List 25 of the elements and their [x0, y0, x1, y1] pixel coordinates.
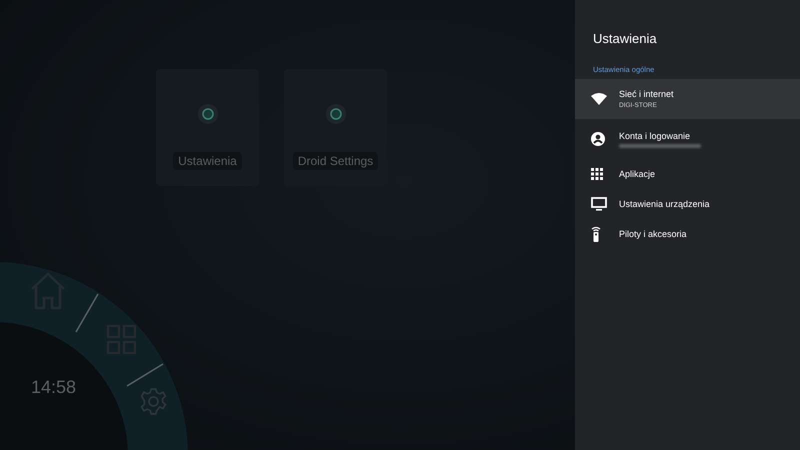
tv-icon [591, 197, 607, 211]
grid-icon [591, 168, 603, 180]
gear-icon [196, 102, 220, 126]
app-label: Ustawienia [173, 152, 242, 170]
item-label: Ustawienia urządzenia [619, 199, 710, 209]
home-icon[interactable] [30, 272, 66, 310]
clock: 14:58 [31, 377, 76, 398]
settings-item[interactable]: Piloty i akcesoria [575, 219, 800, 249]
settings-item[interactable]: Konta i logowanie [575, 119, 800, 159]
settings-icon[interactable] [140, 388, 167, 415]
item-label: Piloty i akcesoria [619, 229, 687, 239]
separator-line [74, 292, 100, 334]
item-label: Aplikacje [619, 169, 656, 179]
panel-title: Ustawienia [592, 30, 658, 48]
separator-line [125, 362, 165, 388]
gear-icon [324, 102, 348, 126]
account-icon [591, 132, 605, 146]
settings-item[interactable]: Aplikacje [575, 159, 800, 189]
item-label: Sieć i internet [619, 89, 674, 99]
remote-icon [591, 226, 601, 242]
settings-item[interactable]: Ustawienia urządzenia [575, 189, 800, 219]
grid-icon[interactable] [107, 325, 136, 354]
app-label: Droid Settings [292, 152, 378, 170]
item-label: Konta i logowanie [619, 130, 692, 140]
wifi-icon [591, 93, 607, 105]
